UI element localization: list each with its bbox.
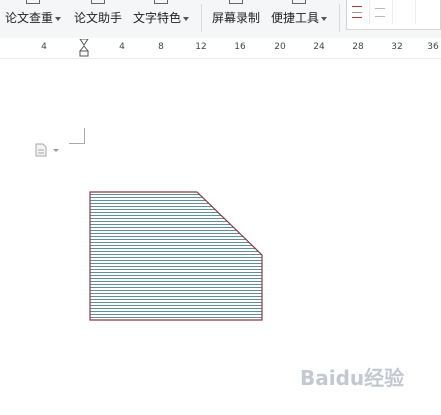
quick-tools-icon bbox=[292, 0, 306, 4]
style-thumb[interactable] bbox=[347, 0, 370, 24]
thesis-check-icon bbox=[26, 0, 40, 4]
text-effects-icon bbox=[154, 0, 168, 4]
ruler-tick: 20 bbox=[274, 42, 286, 52]
ruler-tick: 4 bbox=[119, 42, 125, 52]
toolbar-divider bbox=[201, 4, 202, 32]
quick-tools-label: 便捷工具 bbox=[270, 11, 319, 25]
chevron-down-icon bbox=[321, 16, 327, 21]
screen-record-icon bbox=[229, 0, 243, 4]
document-anchor-icon[interactable] bbox=[34, 143, 60, 157]
margin-corner-mark bbox=[69, 128, 85, 144]
quick-tools-button[interactable]: 便捷工具 bbox=[268, 0, 330, 38]
style-thumb[interactable] bbox=[370, 0, 393, 24]
horizontal-ruler[interactable]: 4 4 8 12 16 20 24 28 32 36 bbox=[0, 38, 441, 59]
toolbar-divider bbox=[339, 4, 340, 32]
ruler-tick: 16 bbox=[234, 42, 246, 52]
text-effects-label: 文字特色 bbox=[132, 11, 181, 25]
snipped-rectangle-shape[interactable] bbox=[89, 191, 264, 322]
indent-marker-icon[interactable] bbox=[79, 39, 89, 57]
ruler-tick: 4 bbox=[41, 42, 47, 52]
style-gallery[interactable] bbox=[346, 0, 441, 30]
ruler-tick: 32 bbox=[391, 42, 403, 52]
ruler-tick: 8 bbox=[158, 42, 164, 52]
ruler-tick: 36 bbox=[427, 42, 439, 52]
thesis-check-label: 论文查重 bbox=[4, 11, 53, 25]
screen-record-button[interactable]: 屏幕录制 bbox=[208, 0, 264, 38]
chevron-down-icon bbox=[55, 16, 61, 21]
toolbar: 论文查重 论文助手 文字特色 屏幕录制 便捷工具 bbox=[0, 0, 441, 39]
ruler-tick: 12 bbox=[195, 42, 207, 52]
thesis-assistant-icon bbox=[91, 0, 105, 4]
ruler-tick: 24 bbox=[313, 42, 325, 52]
text-effects-button[interactable]: 文字特色 bbox=[130, 0, 192, 38]
thesis-assistant-button[interactable]: 论文助手 bbox=[70, 0, 126, 38]
chevron-down-icon bbox=[183, 16, 189, 21]
ruler-tick: 28 bbox=[352, 42, 364, 52]
watermark-text: Baidu经验 bbox=[300, 366, 405, 390]
thesis-assistant-label: 论文助手 bbox=[73, 11, 122, 25]
thesis-check-button[interactable]: 论文查重 bbox=[2, 0, 64, 38]
style-thumb[interactable] bbox=[393, 0, 416, 24]
screen-record-label: 屏幕录制 bbox=[211, 11, 260, 25]
